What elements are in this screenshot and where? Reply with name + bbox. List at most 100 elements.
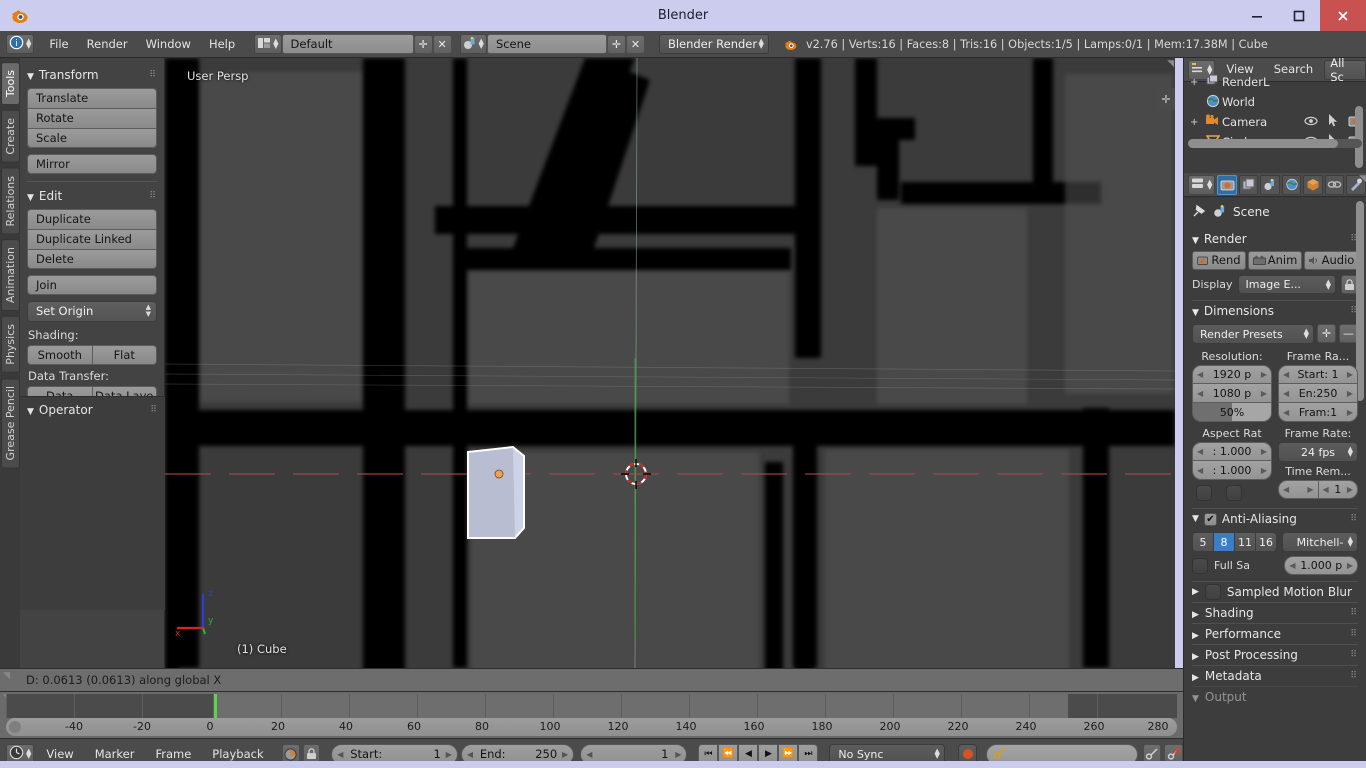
render-image-button[interactable]: Rend — [1192, 251, 1246, 270]
close-button[interactable] — [1320, 0, 1366, 31]
antialiasing-filter-dropdown[interactable]: Mitchell- ▲ ▼ — [1282, 532, 1358, 552]
panel-header-operator[interactable]: ▼ Operator ⠿ — [27, 403, 158, 417]
rotate-button[interactable]: Rotate — [27, 108, 157, 128]
section-header-shading[interactable]: ▶ Shading ⠿ — [1192, 602, 1358, 623]
properties-tab-render[interactable] — [1217, 174, 1237, 195]
add-layout-button[interactable]: ✛ — [413, 34, 433, 54]
frame-start-field[interactable]: ◀ Start: 1 ▶ — [1278, 365, 1358, 384]
scene-icon-dropdown[interactable]: ▲ ▼ — [459, 34, 487, 54]
timeline-ruler[interactable]: -40 -20 0 20 40 60 80 100 120 140 160 18… — [6, 718, 1177, 736]
motion-blur-checkbox[interactable] — [1204, 584, 1221, 600]
left-arrow-icon[interactable]: ◀ — [1289, 561, 1295, 570]
right-arrow-icon[interactable]: ▶ — [1261, 389, 1267, 398]
panel-header-edit[interactable]: ▼ Edit ⠿ — [27, 189, 157, 203]
minimize-button[interactable] — [1236, 0, 1278, 31]
add-scene-button[interactable]: ✛ — [606, 34, 626, 54]
viewport-sidebar-toggle[interactable]: ✛ — [1157, 88, 1175, 110]
right-arrow-icon[interactable]: ▶ — [1261, 466, 1267, 475]
left-arrow-icon[interactable]: ◀ — [1197, 466, 1203, 475]
section-header-antialiasing[interactable]: ▼ ✔ Anti-Aliasing ⠿ — [1192, 508, 1358, 529]
section-header-sampled-motion-blur[interactable]: ▶ Sampled Motion Blur — [1192, 581, 1358, 602]
tab-relations[interactable]: Relations — [0, 167, 20, 235]
screen-layout-field[interactable]: Default — [281, 34, 414, 54]
right-arrow-icon[interactable]: ▶ — [1261, 370, 1267, 379]
maximize-button[interactable] — [1278, 0, 1320, 31]
section-header-performance[interactable]: ▶ Performance ⠿ — [1192, 623, 1358, 644]
aa-sample-11[interactable]: 11 — [1235, 532, 1257, 552]
scale-button[interactable]: Scale — [27, 128, 157, 148]
antialiasing-size-field[interactable]: ◀ 1.000 p ▶ — [1284, 556, 1358, 575]
aa-sample-8[interactable]: 8 — [1214, 532, 1236, 552]
section-header-dimensions[interactable]: ▼ Dimensions ⠿ — [1192, 300, 1358, 321]
aa-sample-16[interactable]: 16 — [1256, 532, 1278, 552]
translate-button[interactable]: Translate — [27, 88, 157, 108]
editor-type-selector[interactable]: i ▲ ▼ — [6, 34, 35, 54]
join-button[interactable]: Join — [27, 275, 157, 295]
outliner-row-renderlayers[interactable]: + RenderL — [1184, 72, 1366, 92]
left-arrow-icon[interactable]: ◀ — [1283, 485, 1289, 494]
frame-step-field[interactable]: ◀ Fram:1 ▶ — [1278, 403, 1358, 422]
frame-end-field[interactable]: ◀ En:250 ▶ — [1278, 384, 1358, 403]
left-arrow-icon[interactable]: ◀ — [1197, 370, 1203, 379]
resolution-x-field[interactable]: ◀ 1920 p ▶ — [1192, 365, 1272, 384]
antialiasing-checkbox[interactable]: ✔ — [1203, 512, 1217, 526]
flat-shading-button[interactable]: Flat — [92, 345, 157, 365]
viewport-corner-grip-tr[interactable]: ◥ — [1167, 59, 1174, 69]
expand-icon[interactable]: + — [1190, 77, 1203, 88]
left-arrow-icon[interactable]: ◀ — [1197, 447, 1203, 456]
set-origin-dropdown[interactable]: Set Origin ▲ ▼ — [27, 301, 157, 322]
smooth-shading-button[interactable]: Smooth — [27, 345, 93, 365]
left-arrow-icon[interactable]: ◀ — [1283, 389, 1289, 398]
resolution-y-field[interactable]: ◀ 1080 p ▶ — [1192, 384, 1272, 403]
section-header-render[interactable]: ▼ Render ⠿ — [1192, 228, 1358, 249]
tab-grease-pencil[interactable]: Grease Pencil — [0, 377, 20, 469]
outliner-row-camera[interactable]: + Camera — [1184, 112, 1366, 132]
timeline-playhead[interactable] — [214, 694, 217, 718]
menu-help[interactable]: Help — [200, 35, 244, 54]
tab-create[interactable]: Create — [0, 110, 20, 163]
properties-editor-type-selector[interactable]: ▲ ▼ — [1188, 174, 1216, 195]
timeline-track[interactable] — [6, 694, 1177, 718]
duplicate-button[interactable]: Duplicate — [27, 209, 157, 229]
menu-file[interactable]: File — [40, 35, 77, 54]
right-arrow-icon[interactable]: ▶ — [1347, 389, 1353, 398]
expand-icon[interactable]: + — [1190, 117, 1203, 128]
right-arrow-icon[interactable]: ▶ — [446, 750, 452, 759]
left-arrow-icon[interactable]: ◀ — [467, 750, 473, 759]
render-audio-button[interactable]: Audio — [1304, 251, 1358, 270]
right-arrow-icon[interactable]: ▶ — [1307, 485, 1313, 494]
aa-sample-5[interactable]: 5 — [1192, 532, 1215, 552]
resolution-percentage-slider[interactable]: 50% — [1192, 403, 1272, 422]
aspect-x-field[interactable]: ◀ : 1.000 ▶ — [1192, 442, 1272, 461]
display-mode-dropdown[interactable]: Image E... ▲ ▼ — [1237, 275, 1336, 294]
full-sample-checkbox[interactable] — [1192, 557, 1208, 574]
right-arrow-icon[interactable]: ▶ — [562, 750, 568, 759]
aspect-y-field[interactable]: ◀ : 1.000 ▶ — [1192, 461, 1272, 480]
cursor-icon[interactable] — [1322, 114, 1344, 130]
properties-tab-object[interactable] — [1303, 174, 1323, 195]
time-remap-old-field[interactable]: ◀ ▶ — [1278, 480, 1319, 499]
properties-tab-render-layers[interactable] — [1238, 174, 1259, 195]
section-header-post-processing[interactable]: ▶ Post Processing ⠿ — [1192, 644, 1358, 665]
right-arrow-icon[interactable]: ▶ — [1347, 485, 1353, 494]
screen-layout-icon-dropdown[interactable]: ▲ ▼ — [254, 34, 282, 54]
pin-icon[interactable] — [1192, 203, 1207, 221]
left-arrow-icon[interactable]: ◀ — [1197, 389, 1203, 398]
properties-tab-scene[interactable] — [1260, 174, 1280, 195]
eye-icon[interactable] — [1300, 116, 1322, 129]
border-checkbox[interactable] — [1196, 485, 1212, 501]
3d-viewport[interactable]: User Persp (1) Cube z y x ✛ ◥ — [165, 58, 1175, 668]
menu-render[interactable]: Render — [78, 35, 137, 54]
tab-tools[interactable]: Tools — [0, 62, 20, 106]
render-presets-dropdown[interactable]: Render Presets ▲ ▼ — [1192, 324, 1314, 344]
section-header-output[interactable]: ▼ Output — [1192, 686, 1358, 707]
frame-rate-dropdown[interactable]: 24 fps ▲ ▼ — [1278, 442, 1358, 462]
mirror-button[interactable]: Mirror — [27, 154, 157, 174]
time-remap-new-field[interactable]: ◀ 1 ▶ — [1318, 480, 1358, 499]
right-arrow-icon[interactable]: ▶ — [1261, 447, 1267, 456]
render-engine-selector[interactable]: Blender Render ▲ ▼ — [658, 34, 769, 54]
infobar-corner-grip[interactable]: ◥ — [3, 671, 10, 681]
menu-window[interactable]: Window — [137, 35, 200, 54]
remove-layout-button[interactable]: ✕ — [432, 34, 452, 54]
properties-tab-world[interactable] — [1281, 174, 1302, 195]
